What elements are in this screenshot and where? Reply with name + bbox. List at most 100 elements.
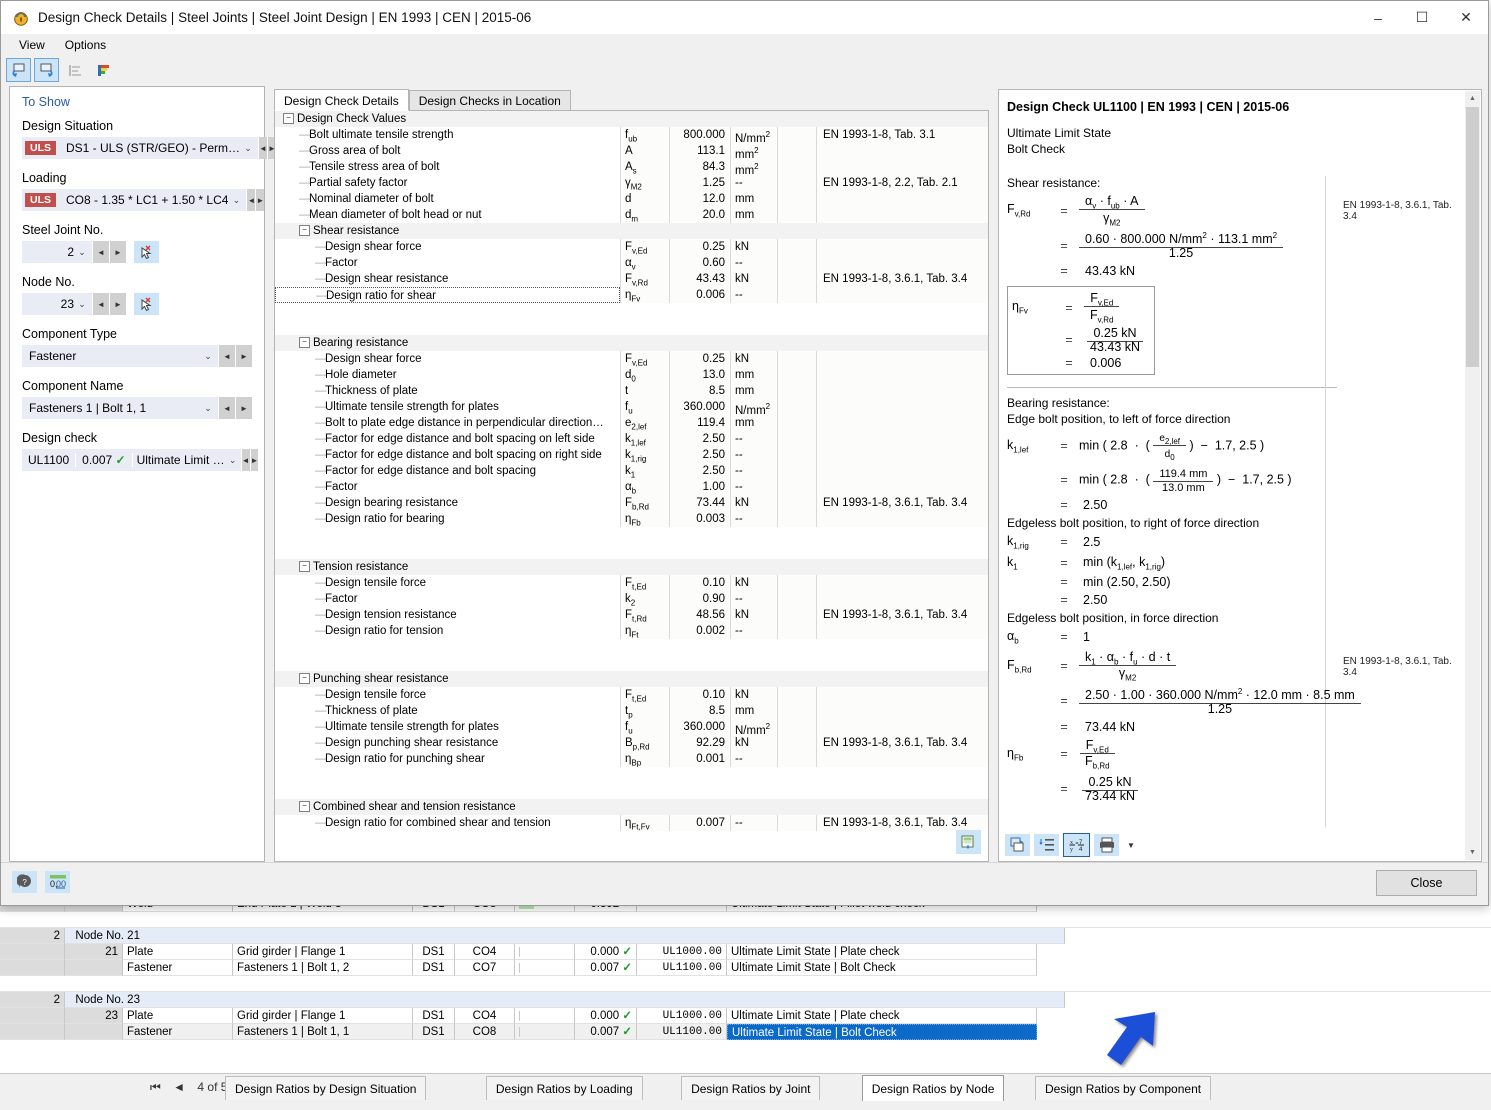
tree-value-row[interactable]: —Tensile stress area of bolt As 84.3 mm2 bbox=[275, 159, 988, 177]
loading-prev-button[interactable]: ◄ bbox=[246, 189, 256, 211]
tree-value-row[interactable]: —Design punching shear resistance Bp,Rd 92… bbox=[275, 735, 988, 751]
component-name-prev-button[interactable]: ◄ bbox=[218, 397, 235, 419]
table-group-header-row[interactable]: 2 Node No. 21 bbox=[0, 928, 1491, 944]
print-icon[interactable] bbox=[1094, 834, 1119, 856]
field-design-check[interactable]: UL1100 0.007 ✓ Ultimate Limit … ⌄ ◄ ► bbox=[22, 449, 259, 471]
close-button[interactable]: Close bbox=[1376, 870, 1477, 896]
chevron-down-icon[interactable]: ⌄ bbox=[74, 247, 90, 258]
expander-icon[interactable]: − bbox=[299, 561, 310, 573]
pager-prev-button[interactable]: ◄ bbox=[173, 1080, 185, 1094]
component-type-next-button[interactable]: ► bbox=[235, 345, 252, 367]
table-row[interactable]: Fastener Fasteners 1 | Bolt 1, 2 DS1 CO7 0.0… bbox=[0, 960, 1491, 976]
component-type-combo[interactable]: Fastener ⌄ bbox=[22, 345, 218, 367]
design-check-prev-button[interactable]: ◄ bbox=[240, 449, 250, 471]
tree-value-row[interactable]: —Thickness of plate t 8.5 mm bbox=[275, 383, 988, 399]
bottom-tab-2[interactable]: Design Ratios by Joint bbox=[681, 1076, 821, 1100]
tree-value-row[interactable]: —Design ratio for combined shear and ten… bbox=[275, 815, 988, 831]
design-situation-combo[interactable]: ULS DS1 - ULS (STR/GEO) - Perm… ⌄ bbox=[22, 137, 259, 159]
steel-joint-prev-button[interactable]: ◄ bbox=[92, 241, 109, 263]
field-component-name[interactable]: Fasteners 1 | Bolt 1, 1 ⌄ ◄ ► bbox=[22, 397, 252, 419]
chevron-down-icon[interactable]: ⌄ bbox=[228, 195, 244, 206]
node-next-button[interactable]: ► bbox=[109, 293, 126, 315]
loading-next-button[interactable]: ► bbox=[255, 189, 265, 211]
color-legend-icon[interactable] bbox=[90, 58, 115, 82]
tree-group-row[interactable]: − Combined shear and tension resistance bbox=[275, 799, 988, 815]
component-name-combo[interactable]: Fasteners 1 | Bolt 1, 1 ⌄ bbox=[22, 397, 218, 419]
export-table-icon[interactable] bbox=[956, 830, 981, 854]
tab-design-checks-in-location[interactable]: Design Checks in Location bbox=[408, 90, 571, 111]
tree-value-row[interactable]: —Bolt ultimate tensile strength fub 800.00… bbox=[275, 127, 988, 145]
menu-item-view[interactable]: View bbox=[9, 36, 55, 54]
tree-value-row[interactable]: —Mean diameter of bolt head or nut dm 20.0… bbox=[275, 207, 988, 223]
pick-steel-joint-icon[interactable] bbox=[134, 241, 159, 263]
table-row[interactable]: 23 Plate Grid girder | Flange 1 DS1 CO4 0.000… bbox=[0, 1008, 1491, 1024]
design-situation-prev-button[interactable]: ◄ bbox=[258, 137, 267, 159]
node-prev-button[interactable]: ◄ bbox=[92, 293, 109, 315]
numbering-icon[interactable] bbox=[1034, 834, 1059, 856]
steel-joint-no-combo[interactable]: 2 ⌄ bbox=[22, 241, 92, 263]
tree-value-row[interactable]: —Ultimate tensile strength for plates fu 3… bbox=[275, 719, 988, 737]
print-dropdown-icon[interactable]: ▼ bbox=[1123, 841, 1139, 850]
tree-value-row[interactable]: —Gross area of bolt A 113.1 mm2 bbox=[275, 143, 988, 161]
node-no-combo[interactable]: 23 ⌄ bbox=[22, 293, 92, 315]
tree-value-row[interactable]: —Design tensile force Ft,Ed 0.10 kN bbox=[275, 575, 988, 591]
bottom-tab-3[interactable]: Design Ratios by Node bbox=[861, 1075, 1005, 1101]
tree-value-row[interactable]: —Design shear resistance Fv,Rd 43.43 kN EN 1… bbox=[275, 271, 988, 287]
field-steel-joint-no[interactable]: 2 ⌄ ◄ ► bbox=[22, 241, 252, 263]
tree-value-row[interactable]: —Nominal diameter of bolt d 12.0 mm bbox=[275, 191, 988, 207]
tree-value-row[interactable]: —Design bearing resistance Fb,Rd 73.44 kN EN… bbox=[275, 495, 988, 511]
pager-first-button[interactable]: ⏮ bbox=[150, 1080, 161, 1095]
maximize-button[interactable]: ☐ bbox=[1400, 2, 1444, 34]
expander-icon[interactable]: − bbox=[299, 337, 310, 349]
table-row[interactable]: 21 Plate Grid girder | Flange 1 DS1 CO4 0.000… bbox=[0, 944, 1491, 960]
design-check-combo[interactable]: UL1100 0.007 ✓ Ultimate Limit … ⌄ bbox=[22, 449, 241, 471]
steel-joint-next-button[interactable]: ► bbox=[109, 241, 126, 263]
tree-value-row[interactable]: —Design ratio for bearing ηFb 0.003 -- bbox=[275, 511, 988, 527]
expander-icon[interactable]: − bbox=[299, 225, 310, 237]
bottom-tab-4[interactable]: Design Ratios by Component bbox=[1035, 1076, 1212, 1100]
tree-group-row[interactable]: − Design Check Values bbox=[275, 111, 988, 127]
scroll-up-icon[interactable]: ▲ bbox=[1465, 91, 1480, 106]
tree-value-row[interactable]: —Factor k2 0.90 -- bbox=[275, 591, 988, 607]
expander-icon[interactable]: − bbox=[283, 113, 294, 125]
minimize-button[interactable]: – bbox=[1356, 2, 1400, 34]
tree-value-row[interactable]: —Factor for edge distance and bolt spaci… bbox=[275, 447, 988, 463]
table-row[interactable]: Fastener Fasteners 1 | Bolt 1, 1 DS1 CO8 0.0… bbox=[0, 1024, 1491, 1040]
tree-value-row[interactable]: —Partial safety factor γM2 1.25 -- EN 1993-1… bbox=[275, 175, 988, 191]
tree-value-row[interactable]: —Design ratio for tension ηFt 0.002 -- bbox=[275, 623, 988, 639]
navigate-back-icon[interactable] bbox=[6, 58, 31, 82]
menu-item-options[interactable]: Options bbox=[55, 36, 116, 54]
tree-value-row[interactable]: —Hole diameter d0 13.0 mm bbox=[275, 367, 988, 383]
field-design-situation[interactable]: ULS DS1 - ULS (STR/GEO) - Perm… ⌄ ◄ ► bbox=[22, 137, 276, 159]
tree-value-row[interactable]: —Thickness of plate tp 8.5 mm bbox=[275, 703, 988, 719]
chevron-down-icon[interactable]: ⌄ bbox=[200, 351, 216, 362]
formula-scrollbar[interactable]: ▲ ▼ bbox=[1465, 91, 1480, 860]
tree-value-row[interactable]: —Design tension resistance Ft,Rd 48.56 kN EN… bbox=[275, 607, 988, 623]
scroll-down-icon[interactable]: ▼ bbox=[1465, 845, 1480, 860]
field-component-type[interactable]: Fastener ⌄ ◄ ► bbox=[22, 345, 252, 367]
tree-value-row[interactable]: —Factor αv 0.60 -- bbox=[275, 255, 988, 271]
tree-value-row[interactable]: —Design ratio for shear ηFv 0.006 -- bbox=[275, 287, 988, 303]
tree-value-row[interactable]: —Design ratio for punching shear ηBp 0.001… bbox=[275, 751, 988, 767]
table-group-header-row[interactable]: 2 Node No. 23 bbox=[0, 992, 1491, 1008]
help-icon[interactable]: ? bbox=[12, 871, 37, 893]
field-loading[interactable]: ULS CO8 - 1.35 * LC1 + 1.50 * LC4 ⌄ ◄ ► bbox=[22, 189, 265, 211]
chevron-down-icon[interactable]: ⌄ bbox=[240, 143, 256, 154]
field-node-no[interactable]: 23 ⌄ ◄ ► bbox=[22, 293, 252, 315]
navigate-forward-icon[interactable] bbox=[34, 58, 59, 82]
chevron-down-icon[interactable]: ⌄ bbox=[200, 403, 216, 414]
tree-value-row[interactable]: —Factor for edge distance and bolt spaci… bbox=[275, 431, 988, 447]
chevron-down-icon[interactable]: ⌄ bbox=[225, 455, 241, 466]
loading-combo[interactable]: ULS CO8 - 1.35 * LC1 + 1.50 * LC4 ⌄ bbox=[22, 189, 247, 211]
scrollbar-thumb[interactable] bbox=[1466, 107, 1479, 367]
bottom-tab-0[interactable]: Design Ratios by Design Situation bbox=[225, 1076, 427, 1100]
tree-value-row[interactable]: —Design shear force Fv,Ed 0.25 kN bbox=[275, 351, 988, 367]
pick-node-icon[interactable] bbox=[134, 293, 159, 315]
chevron-down-icon[interactable]: ⌄ bbox=[74, 299, 90, 310]
component-name-next-button[interactable]: ► bbox=[235, 397, 252, 419]
tree-value-row[interactable]: —Ultimate tensile strength for plates fu 3… bbox=[275, 399, 988, 417]
formula-values-icon[interactable]: x y = 7 4 bbox=[1063, 833, 1090, 857]
tree-value-row[interactable]: —Design shear force Fv,Ed 0.25 kN bbox=[275, 239, 988, 255]
component-type-prev-button[interactable]: ◄ bbox=[218, 345, 235, 367]
bottom-tab-1[interactable]: Design Ratios by Loading bbox=[485, 1076, 643, 1100]
